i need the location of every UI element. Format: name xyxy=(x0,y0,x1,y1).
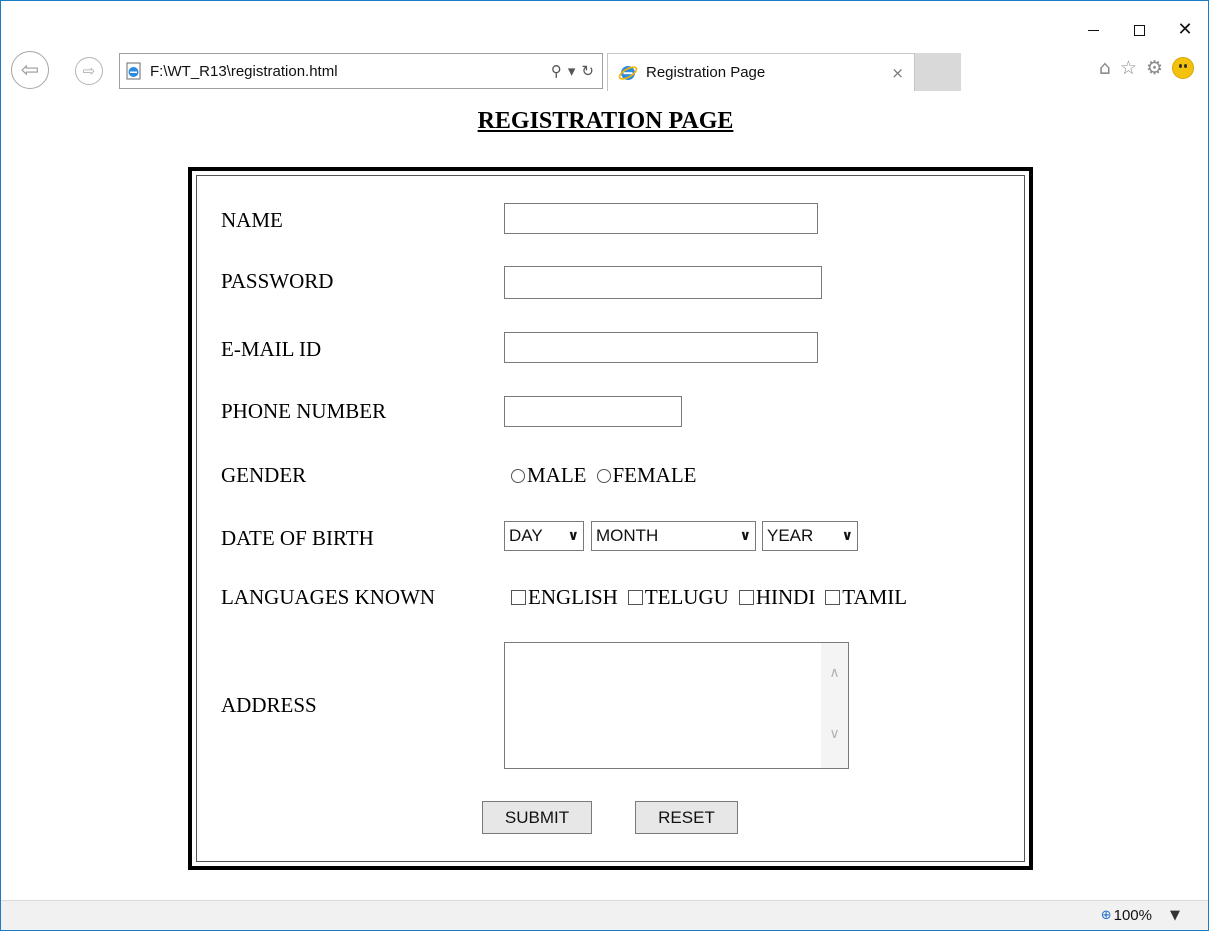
english-checkbox[interactable] xyxy=(511,590,526,605)
maximize-button[interactable] xyxy=(1116,15,1162,45)
maximize-icon xyxy=(1133,24,1145,36)
male-radio[interactable] xyxy=(511,468,525,483)
gender-label: GENDER xyxy=(221,463,307,487)
password-label: PASSWORD xyxy=(221,269,334,293)
name-label: NAME xyxy=(221,208,283,232)
year-select-value: YEAR xyxy=(767,526,814,545)
telugu-label: TELUGU xyxy=(644,585,729,609)
dob-label: DATE OF BIRTH xyxy=(221,526,374,550)
year-select[interactable]: YEAR ∨ xyxy=(762,521,858,551)
favorites-icon[interactable]: ☆ xyxy=(1120,57,1137,79)
minimize-icon xyxy=(1087,29,1099,31)
chevron-down-icon: ∨ xyxy=(567,528,579,544)
back-button[interactable]: ⇦ xyxy=(11,51,49,89)
submit-button[interactable]: SUBMIT xyxy=(482,801,592,834)
female-radio[interactable] xyxy=(596,468,611,483)
chevron-down-icon: ∨ xyxy=(739,528,751,544)
password-input[interactable] xyxy=(504,266,822,299)
telugu-checkbox[interactable] xyxy=(627,590,643,605)
email-input[interactable] xyxy=(504,332,818,363)
scroll-up-icon[interactable]: ∧ xyxy=(821,659,848,687)
textarea-scrollbar[interactable]: ∧ ∨ xyxy=(821,643,848,768)
home-icon[interactable]: ⌂ xyxy=(1099,57,1111,79)
hindi-checkbox[interactable] xyxy=(738,590,754,605)
month-select-value: MONTH xyxy=(596,526,659,545)
day-select-value: DAY xyxy=(509,526,543,545)
month-select[interactable]: MONTH ∨ xyxy=(591,521,756,551)
ie-page-icon xyxy=(126,62,141,80)
tamil-label: TAMIL xyxy=(842,585,908,609)
back-arrow-icon: ⇦ xyxy=(20,57,40,83)
languages-checkbox-group: ENGLISH TELUGU HINDI TAMIL xyxy=(511,585,917,610)
address-bar[interactable]: F:\WT_R13\registration.html ⚲ ▾ ↻ xyxy=(119,53,603,89)
tamil-checkbox[interactable] xyxy=(825,590,841,605)
dropdown-icon[interactable]: ▾ xyxy=(568,62,576,80)
forward-button[interactable]: ⇨ xyxy=(75,57,103,85)
address-label: ADDRESS xyxy=(221,693,317,717)
tab-title: Registration Page xyxy=(646,64,766,81)
ie-logo-icon xyxy=(618,65,638,80)
window-controls: ✕ xyxy=(1070,15,1208,45)
female-label: FEMALE xyxy=(612,463,697,487)
email-label: E-MAIL ID xyxy=(221,337,322,361)
reset-button[interactable]: RESET xyxy=(635,801,738,834)
chevron-down-icon: ∨ xyxy=(841,528,853,544)
male-label: MALE xyxy=(527,463,587,487)
english-label: ENGLISH xyxy=(528,585,618,609)
minimize-button[interactable] xyxy=(1070,15,1116,45)
close-window-button[interactable]: ✕ xyxy=(1162,15,1208,45)
day-select[interactable]: DAY ∨ xyxy=(504,521,584,551)
page-title: REGISTRATION PAGE xyxy=(477,108,734,134)
status-bar: ⊕ 100% ▼ xyxy=(1,900,1208,930)
tab-close-icon[interactable]: × xyxy=(891,64,904,82)
browser-window: ✕ ⇦ ⇨ F:\WT_R13\registration.html ⚲ ▾ ↻ … xyxy=(0,0,1209,931)
zoom-dropdown-icon[interactable]: ▼ xyxy=(1170,908,1180,923)
languages-label: LANGUAGES KNOWN xyxy=(221,585,436,609)
phone-label: PHONE NUMBER xyxy=(221,399,387,423)
hindi-label: HINDI xyxy=(755,585,816,609)
scroll-down-icon[interactable]: ∨ xyxy=(821,720,848,748)
feedback-icon[interactable] xyxy=(1172,57,1194,79)
close-icon: ✕ xyxy=(1177,19,1193,40)
tab-registration-page[interactable]: Registration Page × xyxy=(607,53,915,91)
new-tab-button[interactable] xyxy=(915,53,961,91)
zoom-level[interactable]: 100% xyxy=(1114,907,1152,924)
refresh-icon[interactable]: ↻ xyxy=(581,62,594,80)
address-textarea[interactable]: ∧ ∨ xyxy=(504,642,849,769)
settings-icon[interactable]: ⚙ xyxy=(1146,57,1163,79)
phone-input[interactable] xyxy=(504,396,682,427)
address-url[interactable]: F:\WT_R13\registration.html xyxy=(150,63,551,80)
name-input[interactable] xyxy=(504,203,818,234)
browser-toolbar: ⌂ ☆ ⚙ xyxy=(1099,57,1194,79)
forward-arrow-icon: ⇨ xyxy=(82,62,96,80)
zoom-icon[interactable]: ⊕ xyxy=(1101,908,1112,923)
gender-radio-group: MALE FEMALE xyxy=(511,463,707,488)
search-icon[interactable]: ⚲ xyxy=(551,62,562,80)
address-tools: ⚲ ▾ ↻ xyxy=(551,62,594,80)
